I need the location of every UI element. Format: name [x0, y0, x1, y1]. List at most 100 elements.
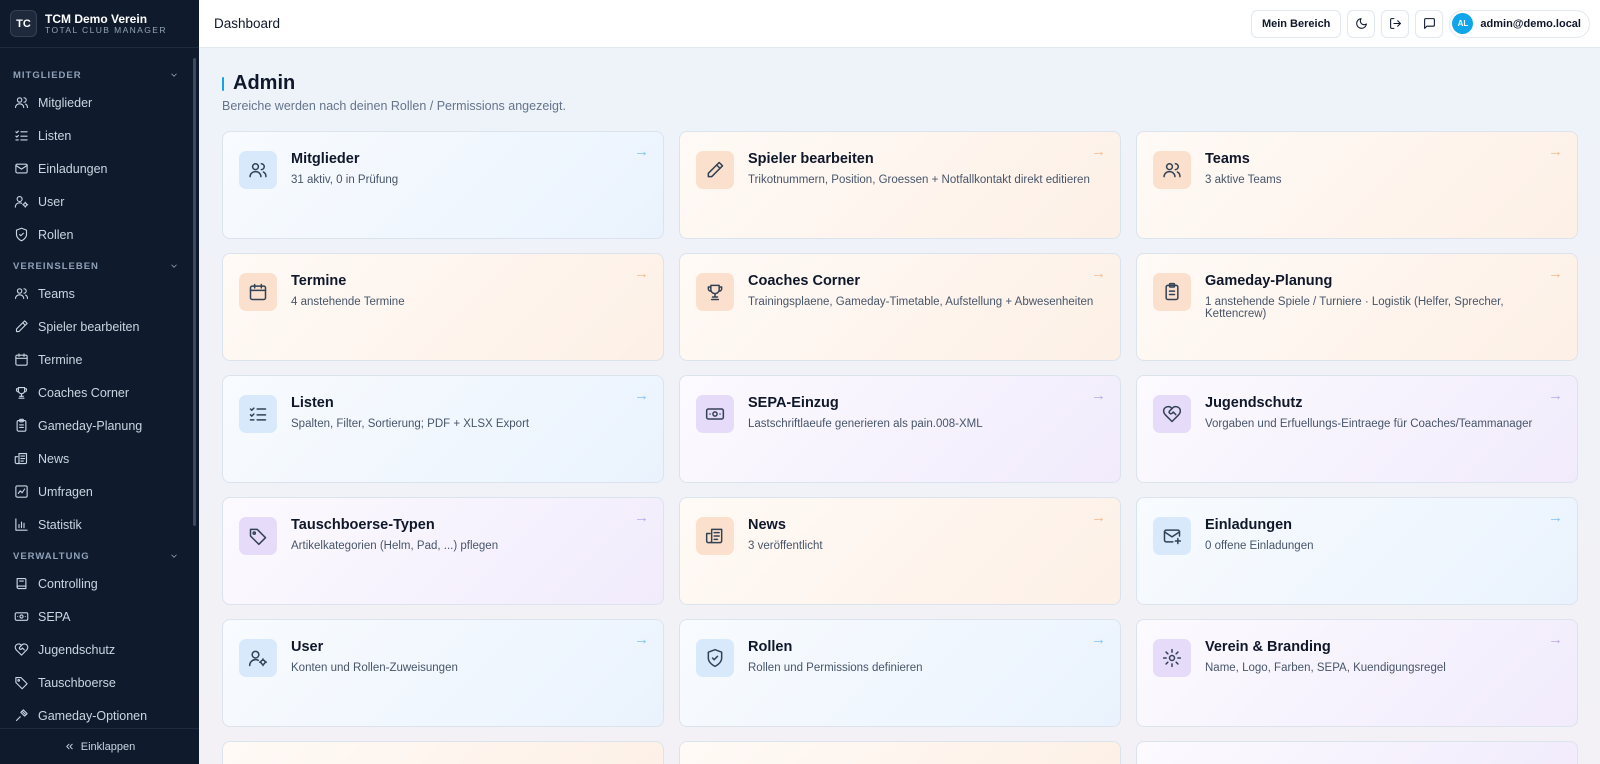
- user-cog-icon: [248, 650, 268, 667]
- sidebar-item-mitglieder[interactable]: Mitglieder: [0, 86, 193, 119]
- sidebar-section-1[interactable]: VEREINSLEBEN: [0, 255, 193, 277]
- card-title: Coaches Corner: [748, 273, 861, 289]
- arrow-right-icon: →: [1548, 631, 1563, 648]
- sidebar-section-title: VEREINSLEBEN: [13, 260, 99, 272]
- sidebar: TC TCM Demo Verein TOTAL CLUB MANAGER MI…: [0, 0, 199, 764]
- user-cog-icon: [14, 195, 29, 208]
- card-title: Teams: [1205, 151, 1250, 167]
- card-icon-box: [696, 395, 734, 433]
- sidebar-item-user[interactable]: User: [0, 185, 193, 218]
- clipboard-icon: [1165, 282, 1179, 301]
- list-checks-icon: [249, 407, 267, 421]
- card-description: Lastschriftlaeufe generieren als pain.00…: [748, 418, 983, 430]
- card-icon-box: [696, 639, 734, 677]
- title-accent-bar: [222, 76, 224, 91]
- tag-icon: [15, 676, 28, 690]
- collapse-label: Einklappen: [80, 740, 136, 753]
- card-spieler-bearbeiten[interactable]: Spieler bearbeiten Trikotnummern, Positio…: [679, 131, 1121, 239]
- sidebar-item-teams[interactable]: Teams: [0, 277, 193, 310]
- card-description: Trainingsplaene, Gameday-Timetable, Aufs…: [748, 296, 1094, 308]
- card-tauschboerse-typen[interactable]: Tauschboerse-Typen Artikelkategorien (Hel…: [222, 497, 664, 605]
- sidebar-section-title: VERWALTUNG: [13, 550, 90, 562]
- arrow-right-icon: →: [1548, 509, 1563, 526]
- sidebar-item-jugendschutz[interactable]: Jugendschutz: [0, 633, 193, 666]
- heart-handshake-icon: [14, 643, 29, 656]
- trophy-icon: [15, 386, 28, 399]
- sidebar-item-label: Rollen: [38, 227, 74, 242]
- card-verein-branding[interactable]: Verein & Branding Name, Logo, Farben, SEP…: [1136, 619, 1578, 727]
- sidebar-item-einladungen[interactable]: Einladungen: [0, 152, 193, 185]
- sidebar-section-0[interactable]: MITGLIEDER: [0, 64, 193, 86]
- sidebar-item-gameday-optionen[interactable]: Gameday-Optionen: [0, 699, 193, 728]
- sidebar-item-label: Listen: [38, 128, 72, 143]
- brand[interactable]: TC TCM Demo Verein TOTAL CLUB MANAGER: [0, 0, 199, 48]
- chevrons-left-icon: [66, 743, 73, 750]
- clipboard-icon: [16, 418, 27, 432]
- card-icon-box: [1153, 151, 1191, 189]
- mail-icon: [15, 163, 28, 174]
- card-rollen[interactable]: Rollen Rollen und Permissions definieren →: [679, 619, 1121, 727]
- users-icon: [1163, 163, 1181, 178]
- card-grid: Mitglieder 31 aktiv, 0 in Prüfung → Spieler…: [222, 131, 1582, 764]
- sidebar-item-coaches-corner[interactable]: Coaches Corner: [0, 376, 193, 409]
- sidebar-item-statistik[interactable]: Statistik: [0, 508, 193, 541]
- collapse-button[interactable]: Einklappen: [0, 728, 199, 764]
- card-partial[interactable]: [1136, 741, 1578, 764]
- calendar-icon: [15, 353, 28, 366]
- card-description: 3 aktive Teams: [1205, 174, 1282, 186]
- card-description: 1 anstehende Spiele / Turniere · Logisti…: [1205, 296, 1504, 320]
- card-termine[interactable]: Termine 4 anstehende Termine →: [222, 253, 664, 361]
- sidebar-section-title: MITGLIEDER: [13, 69, 82, 81]
- sidebar-scrollbar[interactable]: [193, 58, 196, 526]
- sidebar-item-termine[interactable]: Termine: [0, 343, 193, 376]
- user-menu-button[interactable]: AL admin@demo.local: [1449, 9, 1590, 38]
- sidebar-item-tauschboerse[interactable]: Tauschboerse: [0, 666, 193, 699]
- card-einladungen[interactable]: Einladungen 0 offene Einladungen →: [1136, 497, 1578, 605]
- calendar-icon: [249, 283, 267, 301]
- sidebar-item-label: Termine: [38, 352, 83, 367]
- banknote-icon: [705, 408, 725, 420]
- card-partial[interactable]: [222, 741, 664, 764]
- arrow-right-icon: →: [634, 387, 649, 404]
- card-user[interactable]: User Konten und Rollen-Zuweisungen →: [222, 619, 664, 727]
- card-partial[interactable]: [679, 741, 1121, 764]
- sidebar-section-2[interactable]: VERWALTUNG: [0, 545, 193, 567]
- trophy-icon: [707, 284, 723, 301]
- mein-bereich-button[interactable]: Mein Bereich: [1250, 9, 1342, 38]
- card-description: Konten und Rollen-Zuweisungen: [291, 662, 458, 674]
- card-coaches-corner[interactable]: Coaches Corner Trainingsplaene, Gameday-T…: [679, 253, 1121, 361]
- sidebar-item-sepa[interactable]: SEPA: [0, 600, 193, 633]
- brand-subtitle: TOTAL CLUB MANAGER: [45, 24, 167, 35]
- card-title: Gameday-Planung: [1205, 273, 1333, 289]
- card-icon-box: [239, 151, 277, 189]
- sidebar-item-gameday-planung[interactable]: Gameday-Planung: [0, 409, 193, 442]
- sidebar-item-label: Spieler bearbeiten: [38, 319, 140, 334]
- card-description: Trikotnummern, Position, Groessen + Notf…: [748, 174, 1090, 186]
- sidebar-item-label: Jugendschutz: [38, 642, 116, 657]
- sidebar-item-umfragen[interactable]: Umfragen: [0, 475, 193, 508]
- messages-button[interactable]: [1415, 9, 1444, 38]
- sidebar-item-rollen[interactable]: Rollen: [0, 218, 193, 251]
- card-title: Einladungen: [1205, 517, 1292, 533]
- card-icon-box: [696, 151, 734, 189]
- brand-logo: TC: [10, 10, 37, 37]
- sidebar-item-listen[interactable]: Listen: [0, 119, 193, 152]
- sidebar-item-label: SEPA: [38, 609, 71, 624]
- arrow-right-icon: →: [1548, 143, 1563, 160]
- logout-button[interactable]: [1381, 9, 1410, 38]
- card-listen[interactable]: Listen Spalten, Filter, Sortierung; PDF +…: [222, 375, 664, 483]
- card-icon-box: [696, 517, 734, 555]
- card-mitglieder[interactable]: Mitglieder 31 aktiv, 0 in Prüfung →: [222, 131, 664, 239]
- card-gameday-planung[interactable]: Gameday-Planung 1 anstehende Spiele / Tur…: [1136, 253, 1578, 361]
- sidebar-item-spieler-bearbeiten[interactable]: Spieler bearbeiten: [0, 310, 193, 343]
- card-news[interactable]: News 3 veröffentlicht →: [679, 497, 1121, 605]
- sidebar-item-label: News: [38, 451, 70, 466]
- theme-toggle-button[interactable]: [1347, 9, 1376, 38]
- sidebar-item-label: Umfragen: [38, 484, 93, 499]
- card-teams[interactable]: Teams 3 aktive Teams →: [1136, 131, 1578, 239]
- moon-icon: [1356, 18, 1367, 29]
- sidebar-item-controlling[interactable]: Controlling: [0, 567, 193, 600]
- sidebar-item-news[interactable]: News: [0, 442, 193, 475]
- card-sepa-einzug[interactable]: SEPA-Einzug Lastschriftlaeufe generieren …: [679, 375, 1121, 483]
- card-jugendschutz[interactable]: Jugendschutz Vorgaben und Erfuellungs-Ein…: [1136, 375, 1578, 483]
